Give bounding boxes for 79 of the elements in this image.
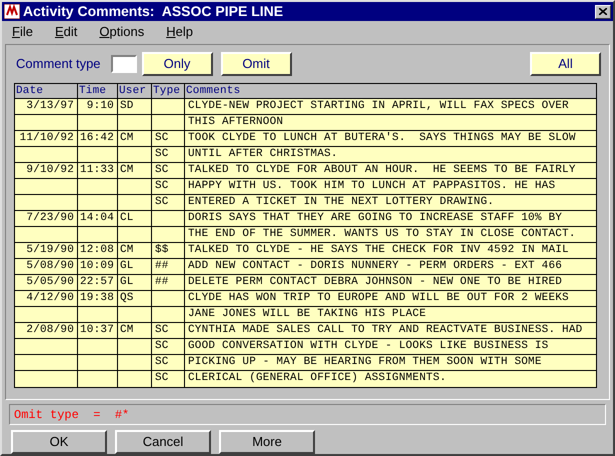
comment-cell: THE END OF THE SUMMER. WANTS US TO STAY IN CLOSE CONTACT. (188, 228, 576, 240)
comment-cell: CYNTHIA MADE SALES CALL TO TRY AND REACTVATE BUSINESS. HAD (188, 324, 582, 336)
column-header[interactable]: Time (78, 84, 118, 98)
filter-button[interactable]: Omit (220, 52, 292, 76)
dialog-button[interactable]: More (219, 430, 315, 454)
time-cell: 10:37 (80, 324, 114, 336)
comment-cell: CLERICAL (GENERAL OFFICE) ASSIGNMENTS. (188, 372, 446, 384)
date-cell: 9/10/92 (26, 164, 74, 176)
time-cell: 22:57 (80, 276, 114, 288)
type-cell: ## (155, 260, 169, 272)
menu-item[interactable]: File (12, 22, 33, 42)
close-icon (599, 8, 607, 15)
date-cell: 5/08/90 (26, 260, 74, 272)
menu-item[interactable]: Options (99, 22, 144, 42)
time-cell: 16:42 (80, 132, 114, 144)
date-cell: 5/19/90 (26, 244, 74, 256)
dialog-button[interactable]: Cancel (115, 430, 211, 454)
date-cell: 5/05/90 (26, 276, 74, 288)
user-cell: QS (120, 292, 134, 304)
user-cell: GL (120, 276, 134, 288)
type-cell: SC (155, 132, 169, 144)
close-button[interactable] (595, 4, 611, 18)
comment-cell: DORIS SAYS THAT THEY ARE GOING TO INCREASE STAFF 10% BY (188, 212, 562, 224)
comment-cell: THIS AFTERNOON (188, 116, 284, 128)
app-icon (4, 4, 20, 19)
comment-cell: JANE JONES WILL BE TAKING HIS PLACE (188, 308, 426, 320)
comment-cell: ADD NEW CONTACT - DORIS NUNNERY - PERM ORDERS - EXT 466 (188, 260, 562, 272)
user-cell: CM (120, 132, 134, 144)
menu-item[interactable]: Help (166, 22, 193, 42)
comment-cell: UNTIL AFTER CHRISTMAS. (188, 148, 338, 160)
time-cell: 19:38 (80, 292, 114, 304)
comment-cell: CLYDE-NEW PROJECT STARTING IN APRIL, WILL FAX SPECS OVER (188, 100, 569, 112)
user-cell: CM (120, 324, 134, 336)
user-cell: CM (120, 244, 134, 256)
column-header[interactable]: User (118, 84, 152, 98)
type-cell: SC (155, 180, 169, 192)
time-cell: 11:33 (80, 164, 114, 176)
time-cell: 9:10 (86, 100, 114, 112)
type-cell: SC (155, 356, 169, 368)
filter-button[interactable]: Only (142, 52, 213, 76)
user-cell: GL (120, 260, 134, 272)
menu-item[interactable]: Edit (54, 22, 78, 42)
user-cell: CM (120, 164, 134, 176)
comment-cell: CLYDE HAS WON TRIP TO EUROPE AND WILL BE OUT FOR 2 WEEKS (188, 292, 569, 304)
type-cell: SC (155, 340, 169, 352)
type-cell: SC (155, 164, 169, 176)
date-cell: 2/08/90 (26, 324, 74, 336)
comment-cell: TOOK CLYDE TO LUNCH AT BUTERA'S. SAYS THINGS MAY BE SLOW (188, 132, 576, 144)
comment-type-field[interactable] (110, 54, 137, 73)
column-header[interactable]: Type (152, 84, 185, 98)
comment-type-label: Comment type (16, 55, 101, 74)
time-cell: 12:08 (80, 244, 114, 256)
filter-button[interactable]: All (530, 52, 601, 76)
dialog-button[interactable]: OK (11, 430, 107, 454)
type-cell: SC (155, 196, 169, 208)
time-cell: 14:04 (80, 212, 114, 224)
comment-cell: ENTERED A TICKET IN THE NEXT LOTTERY DRAWING. (188, 196, 494, 208)
column-header[interactable]: Comments (185, 84, 596, 98)
comment-cell: DELETE PERM CONTACT DEBRA JOHNSON - NEW ONE TO BE HIRED (188, 276, 562, 288)
user-cell: SD (120, 100, 134, 112)
type-cell: SC (155, 372, 169, 384)
status-text: Omit type = #* (14, 406, 130, 424)
date-cell: 4/12/90 (26, 292, 74, 304)
type-cell: SC (155, 148, 169, 160)
comment-cell: HAPPY WITH US. TOOK HIM TO LUNCH AT PAPPASITOS. HE HAS (188, 180, 556, 192)
comment-cell: PICKING UP - MAY BE HEARING FROM THEM SOON WITH SOME (188, 356, 542, 368)
type-cell: SC (155, 324, 169, 336)
type-cell: ## (155, 276, 169, 288)
comment-cell: TALKED TO CLYDE - HE SAYS THE CHECK FOR INV 4592 IN MAIL (188, 244, 569, 256)
time-cell: 10:09 (80, 260, 114, 272)
date-cell: 7/23/90 (26, 212, 74, 224)
comment-cell: TALKED TO CLYDE FOR ABOUT AN HOUR. HE SEEMS TO BE FAIRLY (188, 164, 576, 176)
column-header[interactable]: Date (15, 84, 78, 98)
user-cell: CL (120, 212, 134, 224)
date-cell: 3/13/97 (26, 100, 74, 112)
date-cell: 11/10/92 (20, 132, 74, 144)
window-title: Activity Comments: ASSOC PIPE LINE (23, 2, 284, 21)
type-cell: $$ (155, 244, 169, 256)
comment-cell: GOOD CONVERSATION WITH CLYDE - LOOKS LIKE BUSINESS IS (188, 340, 548, 352)
